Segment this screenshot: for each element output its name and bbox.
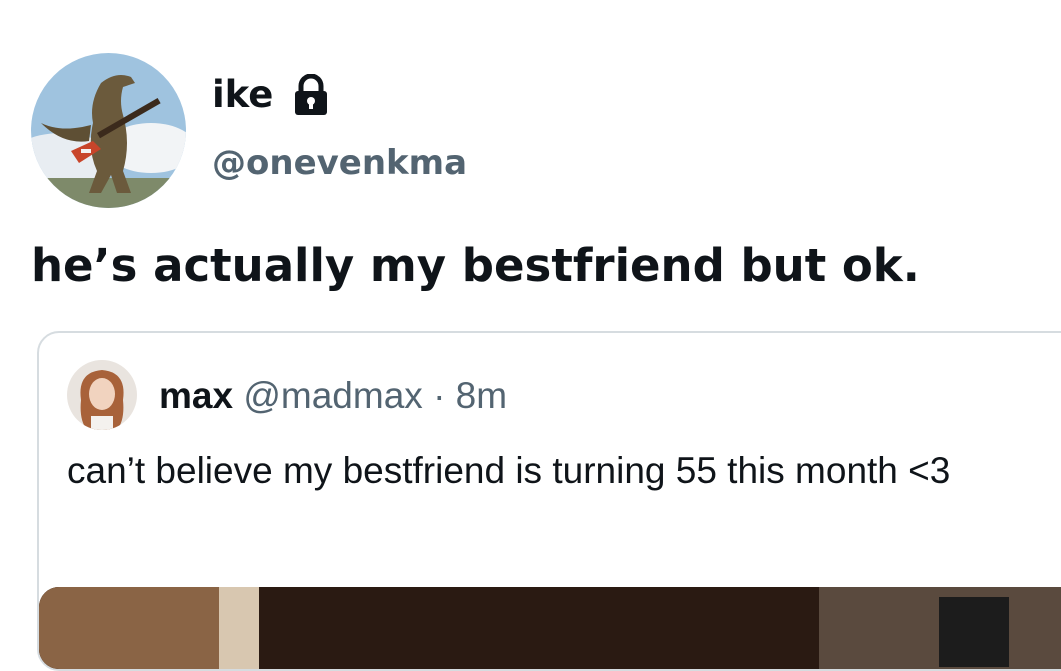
quoted-tweet-text: can’t believe my bestfriend is turning 5… bbox=[67, 450, 951, 491]
user-photo-avatar bbox=[67, 360, 137, 430]
quoted-tweet-card[interactable]: max @madmax · 8m can’t believe my bestfr… bbox=[37, 331, 1061, 671]
lock-icon bbox=[291, 73, 331, 116]
quoted-timestamp[interactable]: 8m bbox=[456, 375, 507, 416]
quoted-display-name[interactable]: max bbox=[159, 375, 233, 416]
quoted-tweet-media[interactable] bbox=[39, 587, 1061, 669]
quoted-author-avatar[interactable] bbox=[67, 360, 137, 430]
author-avatar[interactable] bbox=[31, 53, 186, 208]
separator-dot: · bbox=[433, 375, 446, 416]
tweet-text: he’s actually my bestfriend but ok. bbox=[31, 239, 920, 292]
media-image bbox=[39, 587, 1061, 669]
author-name-row: ike bbox=[212, 70, 331, 120]
quoted-tweet-header: max @madmax · 8m bbox=[159, 371, 507, 421]
author-handle[interactable]: @onevenkma bbox=[212, 138, 467, 188]
author-display-name[interactable]: ike bbox=[212, 70, 273, 120]
quoted-handle[interactable]: @madmax bbox=[243, 375, 422, 416]
dinosaur-guitar-avatar bbox=[31, 53, 186, 208]
